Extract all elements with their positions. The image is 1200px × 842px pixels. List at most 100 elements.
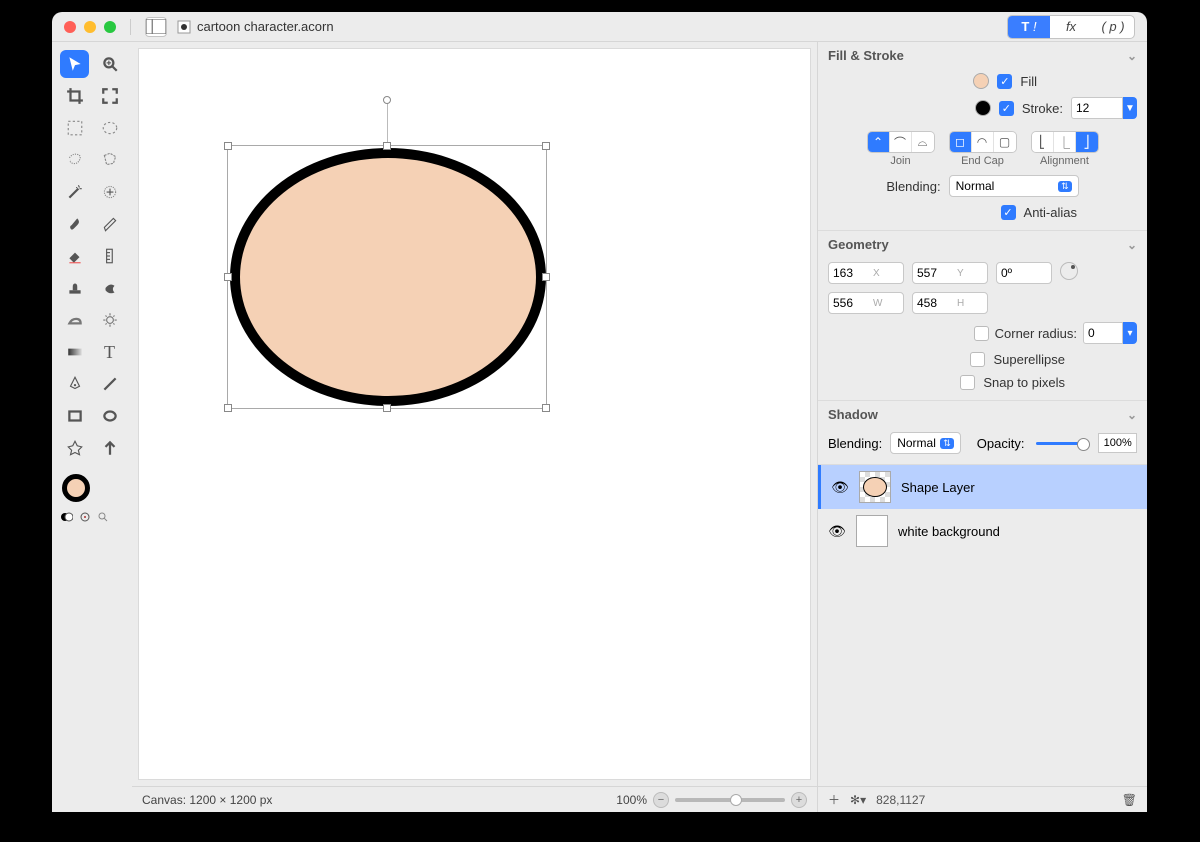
join-bevel[interactable]: ⌓ xyxy=(912,132,934,152)
alignment-segmented[interactable]: ⎣ ⎿ ⎦ xyxy=(1031,131,1099,153)
brush-tool[interactable] xyxy=(60,210,89,238)
canvas[interactable] xyxy=(138,48,811,780)
join-round[interactable]: ⌒ xyxy=(890,132,912,152)
stroke-checkbox[interactable]: ✓ xyxy=(999,101,1014,116)
y-input[interactable]: Y xyxy=(912,262,988,284)
ruler-tool[interactable] xyxy=(95,242,124,270)
dodge-tool[interactable] xyxy=(60,306,89,334)
wand-tool[interactable] xyxy=(60,178,89,206)
text-tool[interactable]: T xyxy=(95,338,124,366)
rotation-dial[interactable] xyxy=(1060,262,1078,280)
expand-tool[interactable] xyxy=(95,82,124,110)
inspector-tabs[interactable]: T ! fx ( p ) xyxy=(1007,15,1135,39)
stamp-tool[interactable] xyxy=(60,274,89,302)
default-colors-icon[interactable] xyxy=(78,510,92,524)
layer-row[interactable]: 👁 Shape Layer xyxy=(818,465,1147,509)
handle-br[interactable] xyxy=(542,404,550,412)
handle-bm[interactable] xyxy=(383,404,391,412)
cap-butt[interactable]: ◻ xyxy=(950,132,972,152)
handle-tm[interactable] xyxy=(383,142,391,150)
smudge-tool[interactable] xyxy=(95,274,124,302)
crop-tool[interactable] xyxy=(60,82,89,110)
shape-ellipse[interactable] xyxy=(230,148,546,406)
handle-bl[interactable] xyxy=(224,404,232,412)
arrow-tool[interactable] xyxy=(95,434,124,462)
join-miter[interactable]: ⌃ xyxy=(868,132,890,152)
layer-name[interactable]: Shape Layer xyxy=(901,480,975,495)
handle-tr[interactable] xyxy=(542,142,550,150)
ellipse-select-tool[interactable] xyxy=(95,114,124,142)
marquee-tool[interactable] xyxy=(60,114,89,142)
zoom-icon[interactable] xyxy=(104,21,116,33)
rect-tool[interactable] xyxy=(60,402,89,430)
antialias-checkbox[interactable]: ✓ xyxy=(1001,205,1016,220)
snap-checkbox[interactable] xyxy=(960,375,975,390)
selection-box[interactable] xyxy=(227,145,547,409)
handle-tl[interactable] xyxy=(224,142,232,150)
x-input[interactable]: X xyxy=(828,262,904,284)
w-input[interactable]: W xyxy=(828,292,904,314)
corner-radius-input[interactable] xyxy=(1083,322,1123,344)
add-layer-button[interactable]: ＋ xyxy=(828,791,840,808)
zoom-out-button[interactable]: − xyxy=(653,792,669,808)
handle-rm[interactable] xyxy=(542,273,550,281)
pencil-tool[interactable] xyxy=(95,210,124,238)
zoom-in-button[interactable]: + xyxy=(791,792,807,808)
eraser-tool[interactable] xyxy=(60,242,89,270)
blending-select[interactable]: Normal ⇅ xyxy=(949,175,1079,197)
visibility-icon[interactable]: 👁 xyxy=(831,479,849,496)
h-input[interactable]: H xyxy=(912,292,988,314)
corner-checkbox[interactable] xyxy=(974,326,989,341)
align-inside[interactable]: ⎣ xyxy=(1032,132,1054,152)
poly-lasso-tool[interactable] xyxy=(95,146,124,174)
zoom-slider[interactable] xyxy=(675,798,785,802)
visibility-icon[interactable]: 👁 xyxy=(828,523,846,540)
swap-colors-icon[interactable] xyxy=(60,510,74,524)
tab-fx[interactable]: fx xyxy=(1050,16,1092,38)
join-segmented[interactable]: ⌃ ⌒ ⌓ xyxy=(867,131,935,153)
eyedrop-icon[interactable] xyxy=(96,510,110,524)
trash-icon[interactable]: 🗑 xyxy=(1122,793,1137,807)
pen-tool[interactable] xyxy=(60,370,89,398)
rotation-input[interactable] xyxy=(996,262,1052,284)
corner-stepper[interactable]: ▾ xyxy=(1123,322,1137,344)
star-tool[interactable] xyxy=(60,434,89,462)
superellipse-checkbox[interactable] xyxy=(970,352,985,367)
layer-name[interactable]: white background xyxy=(898,524,1000,539)
opacity-slider[interactable] xyxy=(1036,442,1086,445)
align-outside[interactable]: ⎦ xyxy=(1076,132,1098,152)
endcap-segmented[interactable]: ◻ ◠ ▢ xyxy=(949,131,1017,153)
traffic-lights[interactable] xyxy=(64,21,116,33)
handle-lm[interactable] xyxy=(224,273,232,281)
cap-round[interactable]: ◠ xyxy=(972,132,994,152)
layer-options-button[interactable]: ✻▾ xyxy=(850,793,866,807)
opacity-value[interactable]: 100% xyxy=(1098,433,1137,453)
shadow-blending-select[interactable]: Normal ⇅ xyxy=(890,432,961,454)
stroke-width-input[interactable] xyxy=(1071,97,1123,119)
burn-tool[interactable] xyxy=(95,306,124,334)
zoom-tool[interactable] xyxy=(95,50,124,78)
tab-p[interactable]: ( p ) xyxy=(1092,16,1134,38)
fill-checkbox[interactable]: ✓ xyxy=(997,74,1012,89)
stroke-swatch[interactable] xyxy=(975,100,991,116)
tab-tools[interactable]: T ! xyxy=(1008,16,1050,38)
align-center[interactable]: ⎿ xyxy=(1054,132,1076,152)
close-icon[interactable] xyxy=(64,21,76,33)
section-fill-stroke[interactable]: Fill & Stroke ⌄ xyxy=(818,42,1147,69)
lasso-tool[interactable] xyxy=(60,146,89,174)
quick-select-tool[interactable] xyxy=(95,178,124,206)
layer-row[interactable]: 👁 white background xyxy=(818,509,1147,553)
gradient-tool[interactable] xyxy=(60,338,89,366)
stroke-width-stepper[interactable]: ▼ xyxy=(1123,97,1137,119)
section-shadow[interactable]: Shadow ⌄ xyxy=(818,401,1147,428)
section-geometry[interactable]: Geometry ⌄ xyxy=(818,231,1147,258)
fill-swatch[interactable] xyxy=(973,73,989,89)
line-tool[interactable] xyxy=(95,370,124,398)
ellipse-tool[interactable] xyxy=(95,402,124,430)
minimize-icon[interactable] xyxy=(84,21,96,33)
sidebar-toggle-button[interactable] xyxy=(145,17,167,37)
cap-square[interactable]: ▢ xyxy=(994,132,1016,152)
move-tool[interactable] xyxy=(60,50,89,78)
rotation-handle[interactable] xyxy=(383,96,391,104)
color-swatch[interactable] xyxy=(60,474,124,502)
